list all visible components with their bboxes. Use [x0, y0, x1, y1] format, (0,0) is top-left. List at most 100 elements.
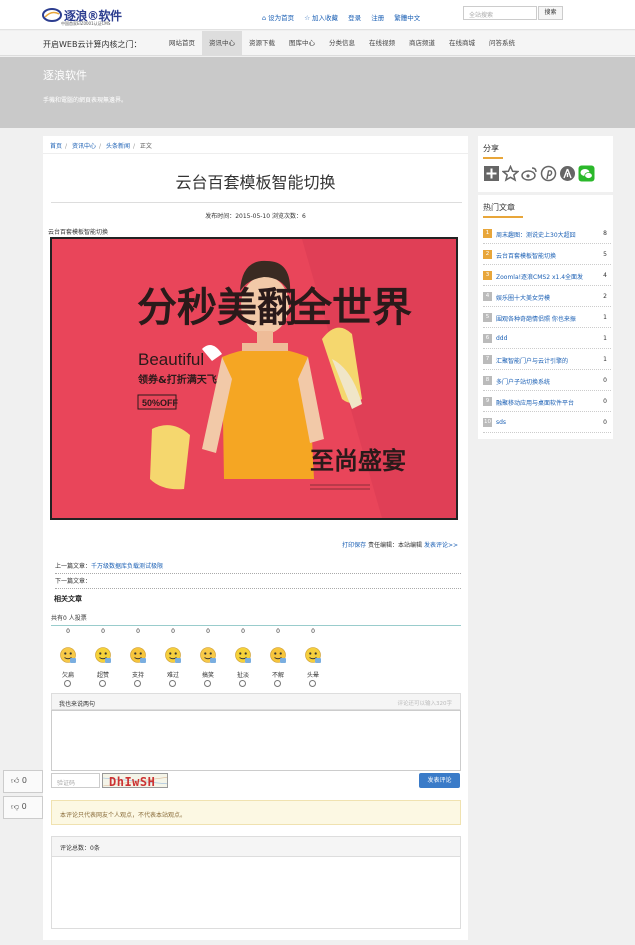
rank-badge: 9 — [483, 397, 492, 406]
submit-comment-button[interactable]: 发表评论 — [419, 773, 460, 788]
article-panel: 首页 / 资讯中心 / 头条新闻 / 正文 云台百套模板智能切换 发布时间：2015-… — [43, 136, 468, 940]
mood-option[interactable]: 0 难过 — [156, 628, 190, 688]
register-link[interactable]: 注册 — [371, 14, 384, 22]
hot-article-item[interactable]: 5 围观各种奇葩情侣照 你也来振 1 — [483, 307, 611, 328]
logo-mark-icon — [42, 8, 62, 22]
wechat-icon[interactable] — [578, 165, 595, 182]
hot-article-count: 5 — [603, 251, 607, 258]
rank-badge: 2 — [483, 250, 492, 259]
hot-article-item[interactable]: 6 ddd 1 — [483, 328, 611, 349]
mood-option[interactable]: 0 超赞 — [86, 628, 120, 688]
hot-article-item[interactable]: 4 娱乐圈十大美女劳模 2 — [483, 286, 611, 307]
search-button[interactable]: 搜索 — [538, 6, 563, 20]
mood-count: 0 — [311, 628, 315, 635]
nav-item-downloads[interactable]: 资源下载 — [242, 31, 282, 56]
mood-radio[interactable] — [99, 680, 106, 687]
mood-option[interactable]: 0 头晕 — [296, 628, 330, 688]
add-favorite-link[interactable]: ☆ 加入收藏 — [304, 14, 338, 22]
like-button[interactable]: 👍︎ 0 — [3, 770, 43, 793]
mood-label: 头晕 — [306, 672, 319, 679]
hot-article-link[interactable]: 融聚移动应用与桌面软件平台 — [496, 398, 600, 407]
mood-option[interactable]: 0 支持 — [121, 628, 155, 688]
share-title: 分享 — [483, 144, 499, 153]
comment-textarea[interactable] — [51, 710, 461, 771]
hot-article-link[interactable]: sds — [496, 419, 600, 426]
pinterest-icon[interactable] — [540, 165, 557, 182]
like-count: 0 — [21, 776, 28, 785]
emoticon-icon — [235, 647, 251, 663]
dislike-button[interactable]: 👎︎ 0 — [3, 796, 43, 819]
nav-item-gallery[interactable]: 图库中心 — [282, 31, 322, 56]
hot-article-link[interactable]: Zoomla!逐浪CMS2 x1.4全面发 — [496, 272, 600, 281]
hot-article-link[interactable]: 汇聚智能门户与云计引擎的 — [496, 356, 600, 365]
mood-label: 搞笑 — [201, 672, 214, 679]
nav-item-stores[interactable]: 商店频道 — [402, 31, 442, 56]
hot-article-link[interactable]: 娱乐圈十大美女劳模 — [496, 293, 600, 302]
set-home-link[interactable]: ⌂ 设为首页 — [262, 14, 294, 22]
hot-article-item[interactable]: 3 Zoomla!逐浪CMS2 x1.4全面发 4 — [483, 265, 611, 286]
nav-slogan: 开启WEB云计算内核之门： — [43, 40, 142, 49]
hot-article-count: 1 — [603, 356, 607, 363]
hot-article-link[interactable]: ddd — [496, 335, 600, 342]
hot-article-item[interactable]: 2 云台百套模板智能切换 5 — [483, 244, 611, 265]
mood-option[interactable]: 0 扯淡 — [226, 628, 260, 688]
hot-article-count: 1 — [603, 335, 607, 342]
mood-radio[interactable] — [204, 680, 211, 687]
mood-radio[interactable] — [64, 680, 71, 687]
hot-article-item[interactable]: 10 sds 0 — [483, 412, 611, 433]
hot-article-item[interactable]: 8 多门户子站切换系统 0 — [483, 370, 611, 391]
hero-headline-left: 分秒美翻 — [137, 284, 297, 331]
weibo-icon[interactable] — [521, 165, 538, 182]
breadcrumb-news[interactable]: 资讯中心 — [72, 143, 96, 150]
breadcrumb-headlines[interactable]: 头条新闻 — [106, 143, 130, 150]
renren-icon[interactable] — [559, 165, 576, 182]
nav-item-classifieds[interactable]: 分类信息 — [322, 31, 362, 56]
mood-label: 支持 — [131, 672, 144, 679]
hot-article-item[interactable]: 7 汇聚智能门户与云计引擎的 1 — [483, 349, 611, 370]
mood-label: 难过 — [166, 672, 179, 679]
hot-article-link[interactable]: 周末趣图：测说史上30大超囧 — [496, 230, 600, 239]
mood-option[interactable]: 0 搞笑 — [191, 628, 225, 688]
nav-items: 网站首页 资讯中心 资源下载 图库中心 分类信息 在线视频 商店频道 在线商城 … — [162, 31, 522, 56]
captcha-image[interactable]: DhIwSH — [102, 773, 168, 788]
captcha-input[interactable]: 验证码 — [51, 773, 100, 788]
hot-article-count: 1 — [603, 314, 607, 321]
plus-icon[interactable] — [483, 165, 500, 182]
breadcrumb-home[interactable]: 首页 — [50, 143, 62, 150]
mood-radio[interactable] — [309, 680, 316, 687]
mood-radio[interactable] — [169, 680, 176, 687]
nav-item-mall[interactable]: 在线商城 — [442, 31, 482, 56]
traditional-chinese-link[interactable]: 繁體中文 — [394, 14, 420, 22]
mood-option[interactable]: 0 欠扁 — [51, 628, 85, 688]
nav-item-qa[interactable]: 问答系统 — [482, 31, 522, 56]
rank-badge: 7 — [483, 355, 492, 364]
editor-label: 责任编辑：本站编辑 — [368, 542, 423, 549]
logo[interactable]: 逐浪®软件 中国首家EIZ0001认证CMS — [42, 6, 132, 26]
prev-article-link[interactable]: 千万级数据库负载测试极限 — [91, 563, 163, 570]
mood-count: 0 — [136, 628, 140, 635]
share-title-underline — [483, 157, 503, 159]
hot-article-link[interactable]: 多门户子站切换系统 — [496, 377, 600, 386]
nav-item-home[interactable]: 网站首页 — [162, 31, 202, 56]
hot-article-item[interactable]: 1 周末趣图：测说史上30大超囧 8 — [483, 223, 611, 244]
post-comment-link[interactable]: 发表评论>> — [424, 542, 458, 549]
login-link[interactable]: 登录 — [348, 14, 361, 22]
search-input[interactable]: 全站搜索 — [463, 6, 537, 20]
hot-article-item[interactable]: 9 融聚移动应用与桌面软件平台 0 — [483, 391, 611, 412]
mood-radio[interactable] — [239, 680, 246, 687]
mood-radio[interactable] — [274, 680, 281, 687]
star-icon[interactable] — [502, 165, 519, 182]
nav-item-news[interactable]: 资讯中心 — [202, 31, 242, 56]
article-hero-image: 分秒美翻 全世界 Beautiful 领券&打折满天飞 50%OFF 至尚盛宴 — [50, 237, 458, 520]
mood-count: 0 — [241, 628, 245, 635]
mood-radio[interactable] — [134, 680, 141, 687]
print-link[interactable]: 打印保存 — [342, 542, 366, 549]
hot-article-link[interactable]: 围观各种奇葩情侣照 你也来振 — [496, 314, 600, 323]
hot-article-link[interactable]: 云台百套模板智能切换 — [496, 251, 600, 260]
home-icon: ⌂ — [262, 14, 267, 22]
prev-article: 上一篇文章：千万级数据库负载测试极限 — [55, 561, 461, 574]
hot-article-count: 0 — [603, 377, 607, 384]
nav-item-video[interactable]: 在线视频 — [362, 31, 402, 56]
mood-option[interactable]: 0 不解 — [261, 628, 295, 688]
breadcrumb: 首页 / 资讯中心 / 头条新闻 / 正文 — [43, 136, 468, 154]
